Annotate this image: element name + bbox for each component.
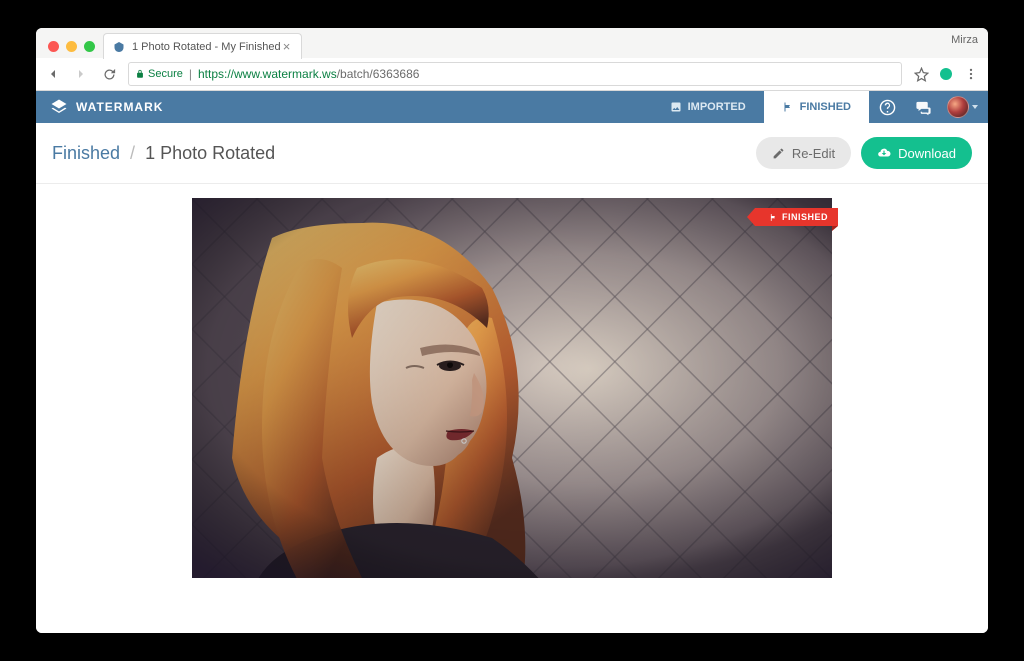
secure-label: Secure	[148, 68, 183, 80]
favicon-icon	[112, 40, 126, 54]
download-button[interactable]: Download	[861, 137, 972, 169]
flag-icon	[782, 101, 794, 113]
window-controls	[44, 41, 103, 58]
header-actions	[869, 91, 988, 123]
browser-tab[interactable]: 1 Photo Rotated - My Finished ×	[103, 33, 302, 59]
back-button[interactable]	[44, 65, 62, 83]
browser-menu-button[interactable]	[962, 65, 980, 83]
tab-imported-label: IMPORTED	[688, 101, 746, 113]
url-input[interactable]: Secure | https://www.watermark.ws/batch/…	[128, 62, 902, 86]
tab-finished[interactable]: FINISHED	[764, 91, 869, 123]
bookmark-button[interactable]	[912, 65, 930, 83]
brand-name: WATERMARK	[76, 100, 163, 114]
avatar	[947, 96, 969, 118]
brand[interactable]: WATERMARK	[36, 91, 177, 123]
re-edit-button[interactable]: Re-Edit	[756, 137, 851, 169]
download-label: Download	[898, 146, 956, 161]
chat-icon	[915, 99, 932, 116]
image-icon	[670, 101, 682, 113]
url-text: https://www.watermark.ws/batch/6363686	[198, 67, 419, 81]
browser-window: 1 Photo Rotated - My Finished × Mirza Se…	[36, 28, 988, 633]
help-button[interactable]	[869, 99, 905, 116]
window-zoom-button[interactable]	[84, 41, 95, 52]
app-header: WATERMARK IMPORTED FINISHED	[36, 91, 988, 123]
tab-bar: 1 Photo Rotated - My Finished × Mirza	[36, 28, 988, 58]
photo-container[interactable]: FINISHED	[192, 198, 832, 578]
tab-imported[interactable]: IMPORTED	[652, 91, 764, 123]
chevron-down-icon	[972, 105, 978, 109]
window-minimize-button[interactable]	[66, 41, 77, 52]
page-bar: Finished / 1 Photo Rotated Re-Edit Downl…	[36, 123, 988, 184]
help-icon	[879, 99, 896, 116]
chat-button[interactable]	[905, 99, 941, 116]
status-ribbon: FINISHED	[755, 208, 838, 226]
reload-button[interactable]	[100, 65, 118, 83]
page-title: 1 Photo Rotated	[145, 143, 275, 164]
profile-name[interactable]: Mirza	[951, 34, 978, 46]
nav-tabs: IMPORTED FINISHED	[652, 91, 869, 123]
user-menu[interactable]	[941, 96, 988, 118]
tab-title: 1 Photo Rotated - My Finished	[132, 41, 281, 53]
lock-icon	[135, 69, 145, 79]
pencil-icon	[772, 147, 785, 160]
tab-finished-label: FINISHED	[800, 101, 851, 113]
flag-icon	[769, 213, 778, 222]
breadcrumb-root[interactable]: Finished	[52, 143, 120, 164]
breadcrumb: Finished / 1 Photo Rotated	[52, 143, 275, 164]
page-actions: Re-Edit Download	[756, 137, 972, 169]
brand-logo-icon	[50, 98, 68, 116]
browser-chrome: 1 Photo Rotated - My Finished × Mirza Se…	[36, 28, 988, 91]
window-close-button[interactable]	[48, 41, 59, 52]
address-bar-actions	[912, 65, 980, 83]
status-ribbon-label: FINISHED	[782, 212, 828, 222]
address-bar: Secure | https://www.watermark.ws/batch/…	[36, 58, 988, 90]
re-edit-label: Re-Edit	[792, 146, 835, 161]
forward-button[interactable]	[72, 65, 90, 83]
cloud-download-icon	[877, 146, 891, 160]
extension-icon[interactable]	[940, 68, 952, 80]
tab-close-button[interactable]: ×	[281, 41, 293, 53]
content-area: FINISHED	[36, 184, 988, 633]
security-indicator: Secure	[135, 68, 183, 80]
photo-image	[192, 198, 832, 578]
breadcrumb-separator: /	[130, 143, 135, 164]
